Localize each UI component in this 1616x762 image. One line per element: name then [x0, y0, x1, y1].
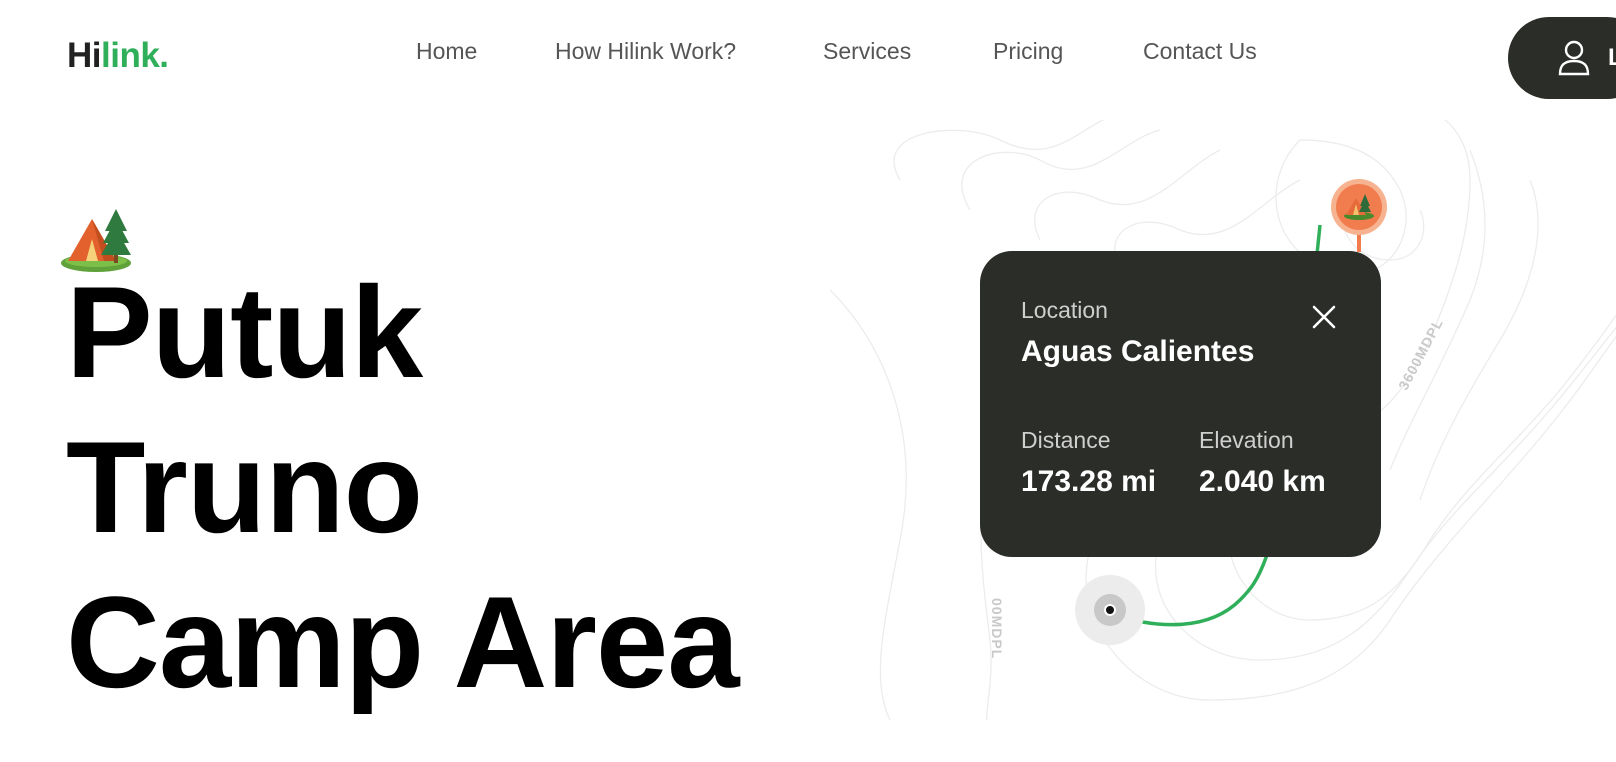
nav-item-how-it-works[interactable]: How Hilink Work?	[555, 38, 736, 65]
logo[interactable]: Hilink.	[67, 36, 169, 76]
hero-title-line: Putuk	[66, 259, 423, 405]
location-card: Location Aguas Calientes Distance 173.28…	[980, 251, 1381, 557]
hero-title-line: Camp Area	[66, 569, 740, 715]
landing-page: Hilink. Home How Hilink Work? Services P…	[0, 0, 1616, 762]
distance-label: Distance	[1021, 427, 1111, 453]
close-icon[interactable]	[1310, 303, 1338, 331]
pin-icon	[1331, 179, 1387, 252]
login-label: L	[1608, 44, 1616, 71]
location-value: Aguas Calientes	[1021, 335, 1255, 368]
elevation-label: Elevation	[1199, 427, 1294, 453]
nav-item-pricing[interactable]: Pricing	[993, 38, 1063, 65]
logo-text-dark: Hi	[67, 36, 102, 75]
nav-item-services[interactable]: Services	[823, 38, 911, 65]
hero-title: Putuk Truno Camp Area	[66, 255, 740, 720]
user-icon	[1558, 40, 1590, 76]
location-label: Location	[1021, 297, 1108, 323]
elevation-value: 2.040 km	[1199, 465, 1326, 498]
login-button[interactable]: L	[1508, 17, 1616, 99]
nav-item-contact[interactable]: Contact Us	[1143, 38, 1257, 65]
destination-marker[interactable]	[1330, 178, 1388, 252]
hero-title-line: Truno	[66, 414, 423, 560]
logo-text-accent: link.	[101, 36, 169, 75]
start-marker[interactable]	[1075, 575, 1145, 645]
nav-item-home[interactable]: Home	[416, 38, 477, 65]
distance-value: 173.28 mi	[1021, 465, 1157, 498]
